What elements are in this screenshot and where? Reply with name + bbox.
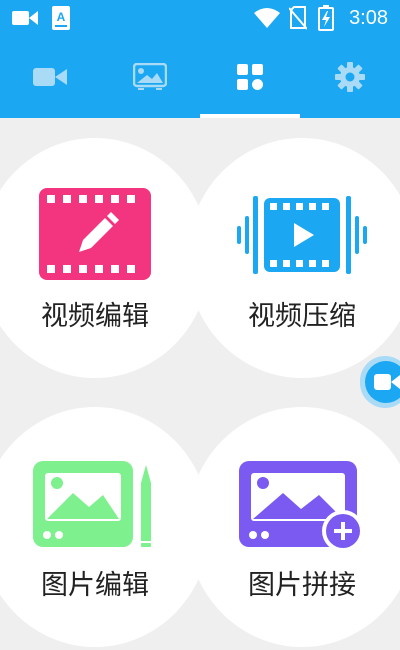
video-compress-card[interactable]: 视频压缩	[187, 138, 400, 378]
tab-video[interactable]	[0, 36, 100, 118]
svg-text:A: A	[57, 10, 66, 24]
tab-tools[interactable]	[200, 36, 300, 118]
tab-bar	[0, 36, 400, 118]
grid-apps-icon	[237, 64, 263, 90]
film-edit-icon	[39, 188, 151, 280]
wifi-icon	[254, 8, 280, 28]
battery-charging-icon	[318, 5, 334, 31]
image-join-icon	[239, 461, 364, 552]
image-edit-icon	[33, 461, 151, 547]
tab-image[interactable]	[100, 36, 200, 118]
video-edit-label: 视频编辑	[41, 301, 149, 332]
image-edit-label: 图片编辑	[41, 570, 149, 601]
video-camera-icon	[33, 68, 67, 86]
video-edit-card[interactable]: 视频编辑	[0, 138, 210, 378]
no-sim-icon	[289, 6, 307, 30]
status-bar: A 3:08	[0, 0, 400, 36]
floating-button-inner	[365, 361, 400, 403]
status-time: 3:08	[349, 7, 388, 29]
image-icon	[133, 63, 167, 90]
floating-record-button[interactable]	[360, 356, 400, 408]
video-camera-icon	[374, 374, 400, 390]
app-screen: A 3:08 视频编辑 视频压缩 图片编辑 图片拼接	[0, 0, 400, 650]
video-compress-label: 视频压缩	[248, 301, 356, 332]
film-compress-icon	[237, 196, 367, 274]
tab-settings[interactable]	[300, 36, 400, 118]
image-join-label: 图片拼接	[248, 570, 356, 601]
video-camera-icon	[12, 11, 38, 25]
image-join-card[interactable]: 图片拼接	[187, 407, 400, 647]
gear-icon	[335, 62, 365, 92]
keyboard-a-icon: A	[52, 6, 70, 30]
tab-indicator	[200, 114, 300, 118]
image-edit-card[interactable]: 图片编辑	[0, 407, 210, 647]
